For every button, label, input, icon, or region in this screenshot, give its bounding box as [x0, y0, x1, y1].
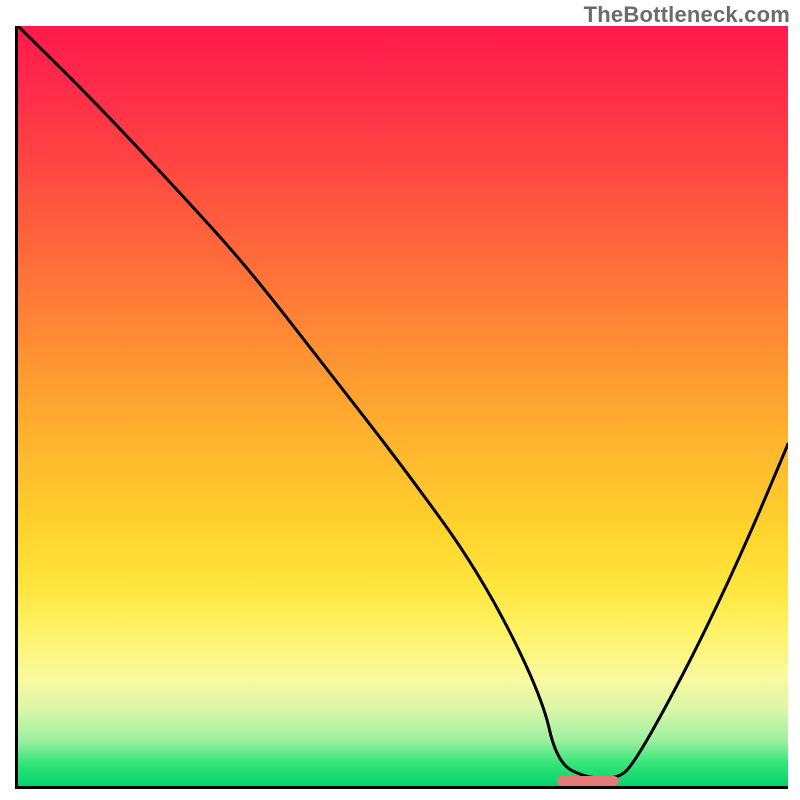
plot-area [15, 26, 788, 789]
chart-container: TheBottleneck.com [0, 0, 800, 800]
bottleneck-curve [18, 26, 788, 786]
watermark-label: TheBottleneck.com [584, 2, 790, 28]
optimum-marker [557, 776, 619, 786]
curve-path [18, 26, 788, 778]
